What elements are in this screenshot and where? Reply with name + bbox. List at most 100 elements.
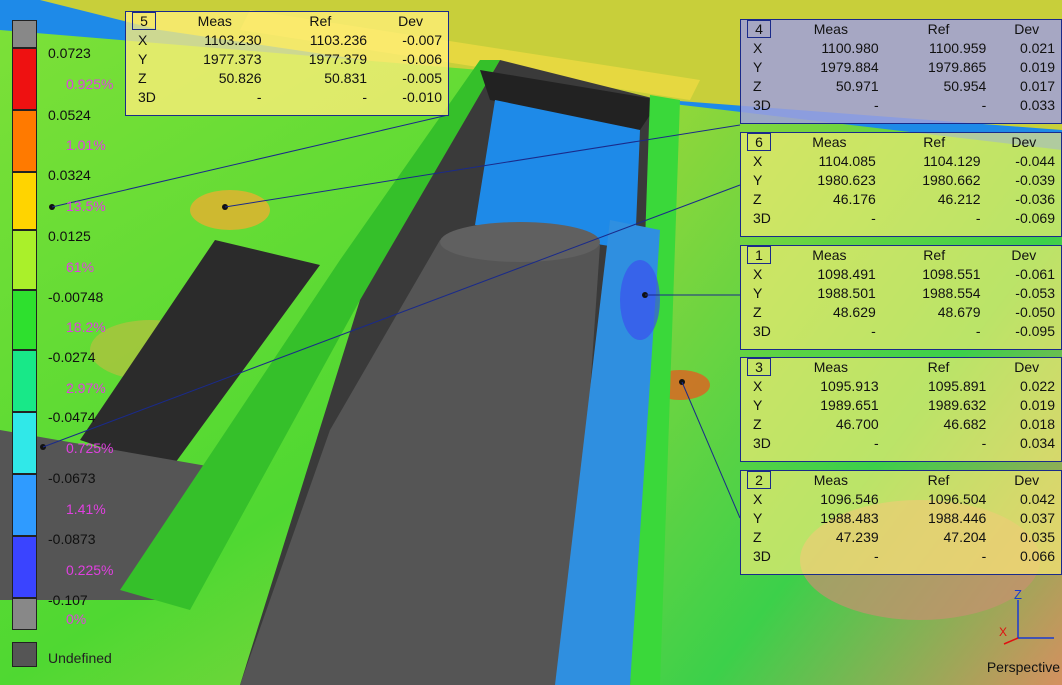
callout-cell: 1979.884 (820, 59, 879, 75)
callout-cell: Z (138, 70, 147, 86)
callout-row: 3D - - 0.033 (741, 96, 1061, 115)
callout-cell: -0.053 (1015, 285, 1055, 301)
callout-cell: 47.239 (835, 529, 879, 545)
legend-percent: 0.725% (66, 440, 114, 456)
legend-swatch (12, 20, 37, 48)
callout-cell: -0.036 (1015, 191, 1055, 207)
callout-cell: 48.679 (937, 304, 981, 320)
callout-1[interactable]: 1 Meas Ref Dev X 1098.491 1098.551 -0.061 Y 1988.… (740, 245, 1062, 350)
callout-table: 5 Meas Ref Dev X 1103.230 1103.236 -0.007 Y 1977.… (126, 12, 448, 107)
legend-tick: 0.0723 (48, 45, 91, 61)
callout-cell: - (362, 89, 368, 105)
legend-percent: 61% (66, 259, 95, 275)
callout-cell: 3D (753, 210, 771, 226)
callout-row: X 1100.980 1100.959 0.021 (741, 39, 1061, 58)
callout-cell: 0.042 (1019, 491, 1055, 507)
callout-cell: 1980.662 (922, 172, 981, 188)
callout-header-row: 6 Meas Ref Dev (741, 133, 1061, 152)
legend-tick: -0.0274 (48, 349, 96, 365)
callout-row: 3D - - -0.095 (741, 322, 1061, 341)
callout-col-header: Ref (923, 134, 946, 150)
callout-header-row: 2 Meas Ref Dev (741, 471, 1061, 490)
callout-cell: 0.034 (1019, 435, 1055, 451)
legend-tick: -0.0873 (48, 531, 96, 547)
callout-cell: 46.682 (943, 416, 987, 432)
legend-swatch (12, 290, 37, 350)
callout-2[interactable]: 2 Meas Ref Dev X 1096.546 1096.504 0.042 Y 1988.4… (740, 470, 1062, 575)
callout-4[interactable]: 4 Meas Ref Dev X 1100.980 1100.959 0.021 Y 1979.8… (740, 19, 1062, 124)
callout-cell: - (874, 435, 879, 451)
callout-row: X 1103.230 1103.236 -0.007 (126, 31, 448, 50)
callout-row: Y 1979.884 1979.865 0.019 (741, 58, 1061, 77)
legend-tick: 0.0125 (48, 228, 91, 244)
callout-cell: 1096.504 (927, 491, 987, 507)
callout-cell: - (975, 323, 981, 339)
callout-id-label: 3 (747, 358, 771, 376)
legend-percent: 2.97% (66, 380, 106, 396)
callout-3[interactable]: 3 Meas Ref Dev X 1095.913 1095.891 0.022 Y 1989.6… (740, 357, 1062, 462)
callout-table: 3 Meas Ref Dev X 1095.913 1095.891 0.022 Y 1989.6… (741, 358, 1061, 453)
callout-6[interactable]: 6 Meas Ref Dev X 1104.085 1104.129 -0.044 Y 1980.… (740, 132, 1062, 237)
3d-viewport[interactable]: 0.0723 0.0524 0.0324 0.0125 -0.00748 -0.… (0, 0, 1062, 685)
callout-col-header: Meas (813, 359, 848, 375)
callout-row: X 1104.085 1104.129 -0.044 (741, 152, 1061, 171)
callout-col-header: Dev (1011, 134, 1037, 150)
legend-percent: 18.2% (66, 319, 106, 335)
callout-row: X 1098.491 1098.551 -0.061 (741, 265, 1061, 284)
legend-tick: -0.0474 (48, 409, 96, 425)
callout-cell: 1988.501 (817, 285, 876, 301)
legend-swatch (12, 350, 37, 412)
callout-cell: 1977.379 (308, 51, 368, 67)
callout-table: 2 Meas Ref Dev X 1096.546 1096.504 0.042 Y 1988.4… (741, 471, 1061, 566)
callout-cell: 1095.913 (820, 378, 879, 394)
callout-col-header: Meas (812, 134, 847, 150)
callout-cell: -0.095 (1015, 323, 1055, 339)
callout-cell: 1096.546 (820, 491, 879, 507)
callout-cell: Y (753, 397, 763, 413)
callout-row: Z 50.826 50.831 -0.005 (126, 69, 448, 88)
callout-cell: -0.061 (1015, 266, 1055, 282)
callout-cell: X (753, 266, 763, 282)
callout-cell: 1980.623 (817, 172, 876, 188)
callout-cell: Z (753, 416, 762, 432)
callout-id-label: 6 (747, 133, 771, 151)
callout-id-label: 4 (747, 20, 771, 38)
callout-id-label: 5 (132, 12, 156, 30)
callout-cell: 0.021 (1019, 40, 1055, 56)
callout-col-header: Dev (1014, 359, 1040, 375)
callout-row: Y 1980.623 1980.662 -0.039 (741, 171, 1061, 190)
callout-cell: 50.831 (324, 70, 368, 86)
callout-id: 1 (741, 246, 777, 265)
callout-cell: 0.066 (1019, 548, 1055, 564)
callout-cell: 48.629 (832, 304, 876, 320)
callout-col-header: Ref (927, 21, 950, 37)
callout-cell: -0.007 (402, 32, 442, 48)
view-mode-label: Perspective (986, 659, 1060, 675)
callout-cell: Y (138, 51, 148, 67)
legend-swatch (12, 598, 37, 630)
callout-cell: 1098.491 (817, 266, 876, 282)
callout-cell: 1979.865 (927, 59, 987, 75)
callout-cell: - (981, 548, 987, 564)
callout-cell: 46.212 (937, 191, 981, 207)
callout-cell: X (138, 32, 148, 48)
callout-row: X 1095.913 1095.891 0.022 (741, 377, 1061, 396)
callout-col-header: Dev (1011, 247, 1037, 263)
legend-swatch (12, 230, 37, 290)
callout-cell: 0.017 (1019, 78, 1055, 94)
callout-cell: 1988.483 (820, 510, 879, 526)
callout-cell: 1988.554 (922, 285, 981, 301)
callout-col-header: Ref (927, 359, 950, 375)
callout-cell: - (975, 210, 981, 226)
axis-z-label: Z (1014, 590, 1022, 602)
callout-cell: 3D (753, 323, 771, 339)
axis-x-label: X (999, 625, 1007, 639)
legend-tick: -0.107 (48, 592, 88, 608)
axis-triad: Z X (999, 590, 1054, 645)
callout-row: 3D - - -0.069 (741, 209, 1061, 228)
callout-row: 3D - - 0.034 (741, 434, 1061, 453)
callout-cell: 0.035 (1019, 529, 1055, 545)
legend-swatch (12, 172, 37, 230)
callout-row: Z 46.176 46.212 -0.036 (741, 190, 1061, 209)
callout-5[interactable]: 5 Meas Ref Dev X 1103.230 1103.236 -0.007 Y 1977.… (125, 11, 449, 116)
